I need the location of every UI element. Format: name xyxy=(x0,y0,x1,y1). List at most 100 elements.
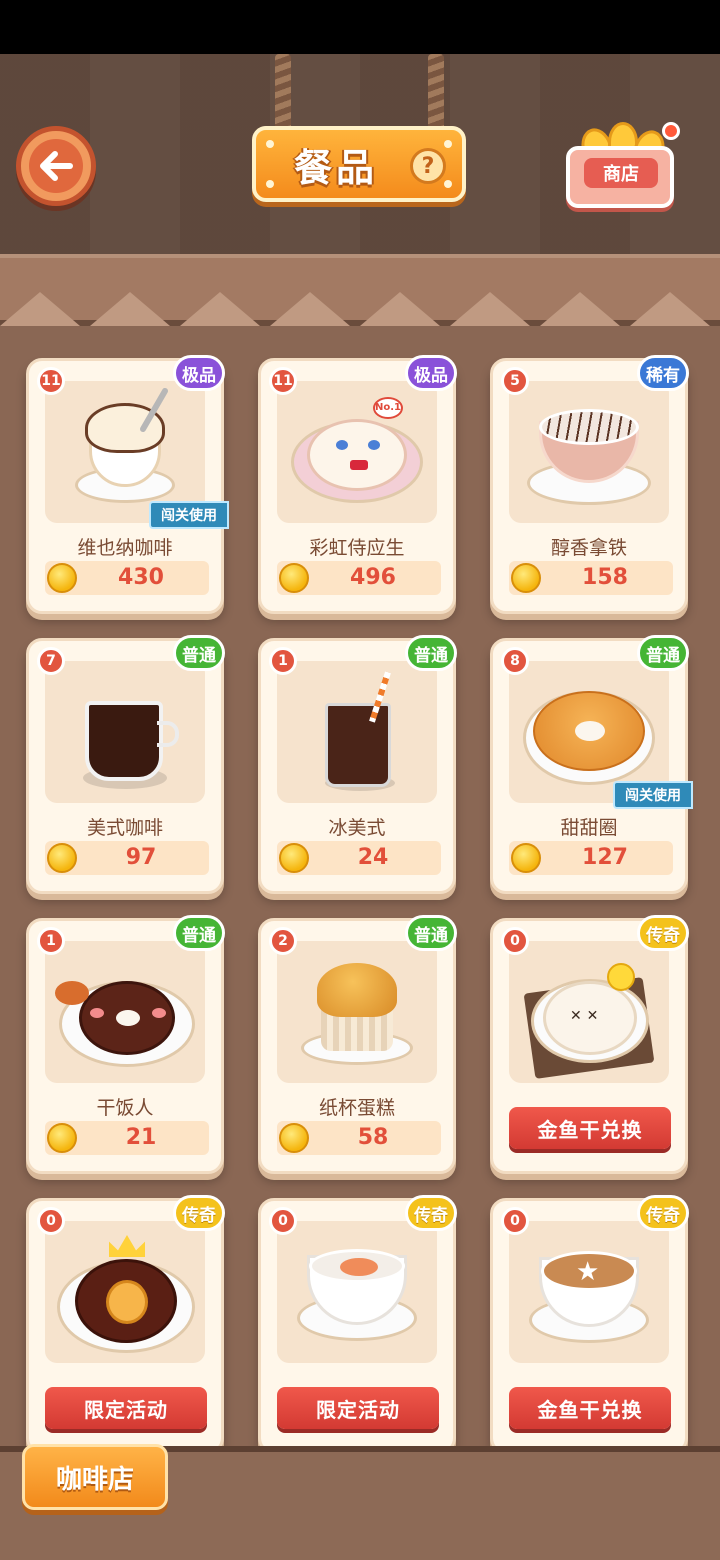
star-latte-image: ★ xyxy=(509,1221,669,1363)
legendary-donut-image: ✕ ✕ xyxy=(509,941,669,1083)
rarity-badge: 传奇 xyxy=(637,915,689,951)
cafe-button[interactable]: 咖啡店 xyxy=(22,1444,168,1510)
food-grid: 11 极品 闯关使用 维也纳咖啡 430 No.1 11 极品 彩虹侍应生 49… xyxy=(0,326,720,1454)
item-count-badge: 8 xyxy=(501,647,529,675)
iced-americano-image xyxy=(277,661,437,803)
coin-icon xyxy=(279,563,309,593)
price-bar: 21 xyxy=(45,1121,209,1155)
lion-donut-image xyxy=(45,1221,205,1363)
level-use-tag: 闯关使用 xyxy=(149,501,229,529)
level-use-tag: 闯关使用 xyxy=(613,781,693,809)
food-card[interactable]: 7 普通 美式咖啡 97 xyxy=(26,635,225,894)
back-button[interactable] xyxy=(16,126,96,206)
shelf-decoration xyxy=(0,254,720,326)
food-card[interactable]: 8 普通 闯关使用 甜甜圈 127 xyxy=(490,635,693,894)
item-count-badge: 7 xyxy=(37,647,65,675)
price-bar: 58 xyxy=(277,1121,441,1155)
item-count-badge: 0 xyxy=(501,927,529,955)
coin-icon xyxy=(511,843,541,873)
rarity-badge: 普通 xyxy=(405,635,457,671)
coin-icon xyxy=(279,843,309,873)
nail-decoration xyxy=(444,180,452,188)
item-count-badge: 0 xyxy=(501,1207,529,1235)
rarity-badge: 普通 xyxy=(637,635,689,671)
item-price: 24 xyxy=(357,845,389,870)
limited-event-button[interactable]: 限定活动 xyxy=(45,1387,207,1429)
item-count-badge: 1 xyxy=(37,927,65,955)
coin-icon xyxy=(47,843,77,873)
dried-fish-exchange-button[interactable]: 金鱼干兑换 xyxy=(509,1107,671,1149)
rarity-badge: 普通 xyxy=(405,915,457,951)
food-card[interactable]: ★ 0 传奇 金鱼干兑换 xyxy=(490,1195,689,1454)
shop-button[interactable]: 商店 xyxy=(562,118,680,212)
food-card[interactable]: 0 传奇 限定活动 xyxy=(258,1195,457,1454)
title-sign: 餐品 ? xyxy=(252,126,466,202)
rarity-badge: 传奇 xyxy=(405,1195,457,1231)
price-bar: 24 xyxy=(277,841,441,875)
dried-fish-exchange-button[interactable]: 金鱼干兑换 xyxy=(509,1387,671,1429)
item-name: 冰美式 xyxy=(328,817,386,839)
item-price: 158 xyxy=(582,565,628,590)
food-card[interactable]: No.1 11 极品 彩虹侍应生 496 xyxy=(258,355,457,614)
coin-icon xyxy=(511,563,541,593)
sign-rope xyxy=(428,54,444,132)
sign-rope xyxy=(275,54,291,132)
item-count-badge: 2 xyxy=(269,927,297,955)
rarity-badge: 普通 xyxy=(173,915,225,951)
item-price: 496 xyxy=(350,565,396,590)
rarity-badge: 极品 xyxy=(173,355,225,391)
bunny-latte-image xyxy=(277,1221,437,1363)
item-name: 维也纳咖啡 xyxy=(77,537,173,559)
coin-icon xyxy=(47,1123,77,1153)
status-bar xyxy=(0,0,720,54)
coin-icon xyxy=(279,1123,309,1153)
item-name: 美式咖啡 xyxy=(86,817,163,839)
item-count-badge: 5 xyxy=(501,367,529,395)
americano-image xyxy=(45,661,205,803)
nail-decoration xyxy=(444,140,452,148)
price-bar: 158 xyxy=(509,561,673,595)
rarity-badge: 传奇 xyxy=(637,1195,689,1231)
price-bar: 430 xyxy=(45,561,209,595)
item-name: 干饭人 xyxy=(96,1097,154,1119)
item-price: 97 xyxy=(125,845,157,870)
help-button[interactable]: ? xyxy=(410,148,446,184)
rarity-badge: 传奇 xyxy=(173,1195,225,1231)
item-count-badge: 0 xyxy=(37,1207,65,1235)
item-name: 醇香拿铁 xyxy=(550,537,627,559)
rarity-badge: 稀有 xyxy=(637,355,689,391)
item-price: 127 xyxy=(582,845,628,870)
item-price: 21 xyxy=(125,1125,157,1150)
food-card[interactable]: ✕ ✕ 0 传奇 金鱼干兑换 xyxy=(490,915,689,1174)
item-price: 58 xyxy=(357,1125,389,1150)
back-arrow-icon xyxy=(29,139,83,193)
nail-decoration xyxy=(266,140,274,148)
item-count-badge: 11 xyxy=(269,367,297,395)
item-price: 430 xyxy=(118,565,164,590)
rice-eater-donut-image xyxy=(45,941,205,1083)
price-bar: 127 xyxy=(509,841,673,875)
food-card[interactable]: 1 普通 干饭人 21 xyxy=(26,915,225,1174)
food-card[interactable]: 5 稀有 醇香拿铁 158 xyxy=(490,355,689,614)
latte-image xyxy=(509,381,669,523)
rainbow-waiter-image: No.1 xyxy=(277,381,437,523)
nail-decoration xyxy=(266,180,274,188)
food-card[interactable]: 0 传奇 限定活动 xyxy=(26,1195,225,1454)
price-bar: 97 xyxy=(45,841,209,875)
item-name: 纸杯蛋糕 xyxy=(318,1097,395,1119)
limited-event-button[interactable]: 限定活动 xyxy=(277,1387,439,1429)
cupcake-image xyxy=(277,941,437,1083)
shop-label: 商店 xyxy=(584,158,658,188)
item-name: 甜甜圈 xyxy=(560,817,618,839)
coin-icon xyxy=(47,563,77,593)
item-count-badge: 1 xyxy=(269,647,297,675)
rarity-badge: 普通 xyxy=(173,635,225,671)
page-title: 餐品 xyxy=(293,145,378,190)
food-card[interactable]: 2 普通 纸杯蛋糕 58 xyxy=(258,915,457,1174)
notification-dot xyxy=(662,122,680,140)
item-count-badge: 0 xyxy=(269,1207,297,1235)
food-card[interactable]: 1 普通 冰美式 24 xyxy=(258,635,457,894)
food-card[interactable]: 11 极品 闯关使用 维也纳咖啡 430 xyxy=(26,355,229,614)
item-name: 彩虹侍应生 xyxy=(309,537,405,559)
item-count-badge: 11 xyxy=(37,367,65,395)
